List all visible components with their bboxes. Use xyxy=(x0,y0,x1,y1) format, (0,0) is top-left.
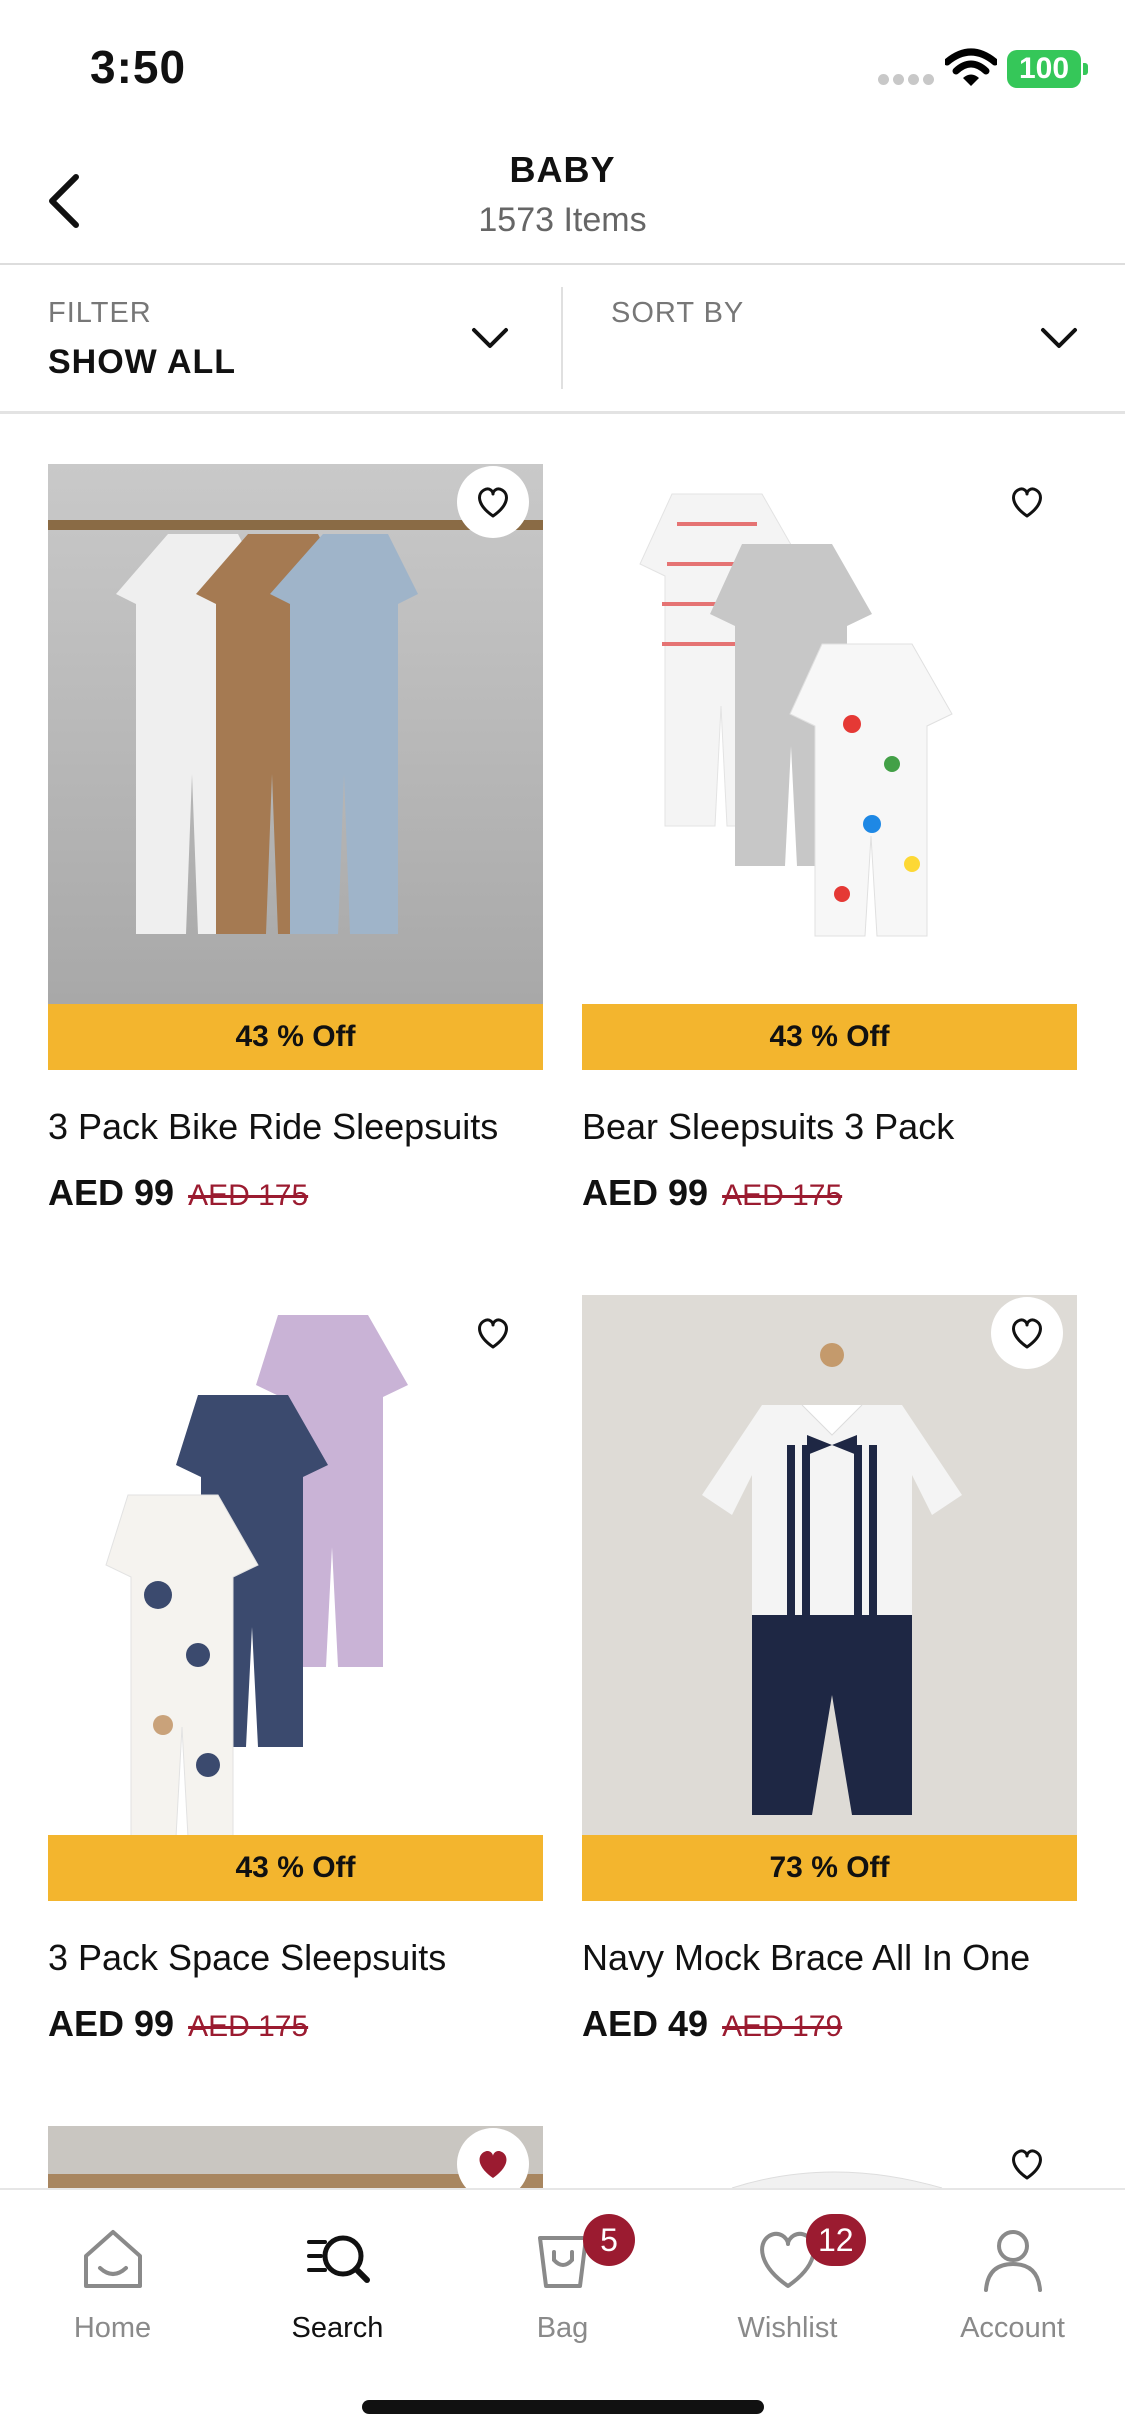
tab-label: Account xyxy=(960,2312,1065,2344)
heart-icon xyxy=(1012,487,1042,518)
tab-label: Search xyxy=(291,2312,384,2344)
heart-icon xyxy=(478,487,508,518)
filter-label: FILTER xyxy=(48,297,152,329)
signal-icon xyxy=(878,74,934,88)
bag-count-badge: 5 xyxy=(583,2214,635,2266)
heart-icon xyxy=(478,1318,508,1349)
status-time: 3:50 xyxy=(90,41,187,93)
tab-wishlist[interactable]: 12 Wishlist xyxy=(675,2214,900,2354)
price-row: AED 99 AED 175 xyxy=(582,1172,842,1214)
product-name[interactable]: 3 Pack Bike Ride Sleepsuits xyxy=(48,1106,498,1148)
tab-label: Bag xyxy=(536,2312,589,2344)
wishlist-button[interactable] xyxy=(991,1297,1063,1369)
wifi-icon xyxy=(945,48,997,86)
home-icon xyxy=(84,2230,142,2288)
tab-label: Wishlist xyxy=(737,2312,838,2344)
original-price: AED 179 xyxy=(722,2010,843,2043)
discount-badge: 73 % Off xyxy=(582,1835,1077,1901)
product-price: AED 99 xyxy=(48,2003,175,2044)
price-row: AED 99 AED 175 xyxy=(48,2003,308,2045)
wishlist-button[interactable] xyxy=(457,466,529,538)
wishlist-button[interactable] xyxy=(991,466,1063,538)
account-icon xyxy=(984,2230,1042,2292)
page-title: BABY xyxy=(509,149,616,190)
product-image[interactable] xyxy=(582,464,1077,1004)
product-image[interactable] xyxy=(48,1295,543,1835)
product-name[interactable]: Bear Sleepsuits 3 Pack xyxy=(582,1106,954,1148)
wishlist-button[interactable] xyxy=(457,1297,529,1369)
heart-icon xyxy=(1012,1318,1042,1349)
tab-home[interactable]: Home xyxy=(0,2214,225,2354)
tab-label: Home xyxy=(73,2312,152,2344)
filter-dropdown[interactable]: FILTER SHOW ALL xyxy=(0,267,562,411)
item-count: 1573 Items xyxy=(478,201,647,239)
filter-value: SHOW ALL xyxy=(48,343,237,381)
heart-icon xyxy=(1012,2149,1042,2180)
discount-badge: 43 % Off xyxy=(582,1004,1077,1070)
price-row: AED 99 AED 175 xyxy=(48,1172,308,1214)
product-price: AED 99 xyxy=(582,1172,709,1213)
product-name[interactable]: Navy Mock Brace All In One xyxy=(582,1937,1030,1979)
sort-label: SORT BY xyxy=(611,297,745,329)
product-card[interactable] xyxy=(48,2126,543,2188)
battery-icon: 100 xyxy=(1007,50,1088,88)
tab-account[interactable]: Account xyxy=(900,2214,1125,2354)
tab-search[interactable]: Search xyxy=(225,2214,450,2354)
sort-dropdown[interactable]: SORT BY xyxy=(564,267,1125,411)
tab-bag[interactable]: 5 Bag xyxy=(450,2214,675,2354)
discount-badge: 43 % Off xyxy=(48,1004,543,1070)
bottom-tab-bar: Home Search 5 Bag 12 Wishlist Account xyxy=(0,2188,1125,2436)
heart-filled-icon xyxy=(479,2150,507,2178)
original-price: AED 175 xyxy=(188,2010,309,2043)
product-name[interactable]: 3 Pack Space Sleepsuits xyxy=(48,1937,446,1979)
original-price: AED 175 xyxy=(722,1179,843,1212)
wishlist-count-badge: 12 xyxy=(806,2214,866,2266)
product-image[interactable] xyxy=(582,1295,1077,1835)
price-row: AED 49 AED 179 xyxy=(582,2003,842,2045)
home-indicator xyxy=(362,2400,764,2414)
status-bar: 3:50 100 xyxy=(0,0,1125,135)
product-image[interactable] xyxy=(48,464,543,1004)
original-price: AED 175 xyxy=(188,1179,309,1212)
chevron-down-icon xyxy=(1041,328,1077,348)
product-price: AED 49 xyxy=(582,2003,709,2044)
page-header: BABY 1573 Items xyxy=(0,135,1125,265)
chevron-down-icon xyxy=(472,328,508,348)
discount-badge: 43 % Off xyxy=(48,1835,543,1901)
divider xyxy=(561,287,563,389)
search-icon xyxy=(307,2235,370,2283)
product-card[interactable] xyxy=(582,2126,1077,2188)
filter-sort-bar: FILTER SHOW ALL SORT BY xyxy=(0,267,1125,414)
product-price: AED 99 xyxy=(48,1172,175,1213)
